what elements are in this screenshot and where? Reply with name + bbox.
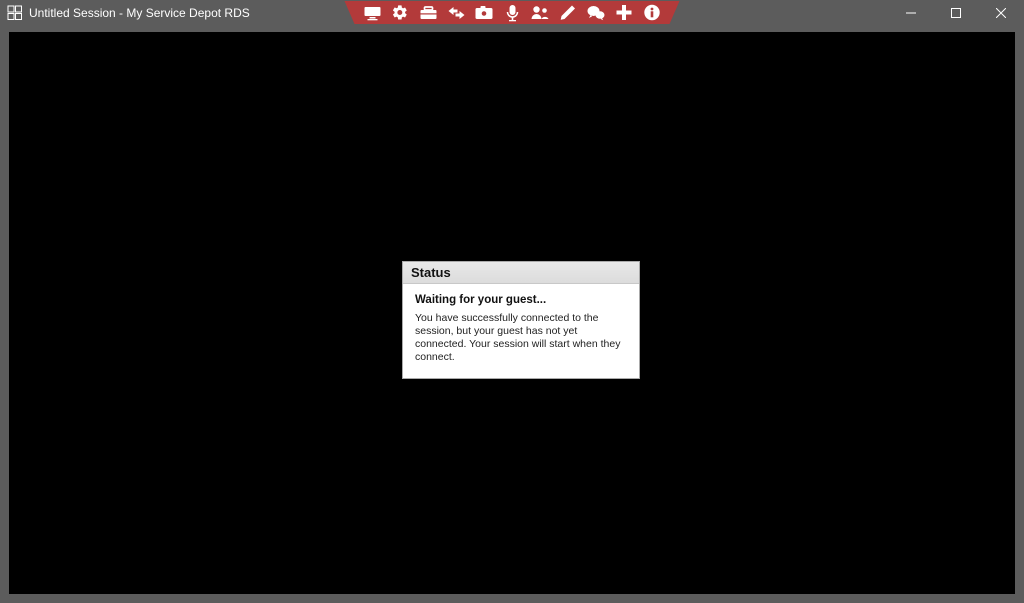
session-toolbar: [345, 1, 680, 24]
status-dialog-title: Status: [403, 262, 639, 284]
close-button[interactable]: [978, 1, 1023, 24]
session-viewport: Status Waiting for your guest... You hav…: [9, 32, 1015, 594]
titlebar-left: Untitled Session - My Service Depot RDS: [1, 5, 250, 21]
app-icon: [7, 5, 23, 21]
toolbar-body: [355, 1, 670, 24]
plus-icon[interactable]: [615, 3, 634, 22]
chat-icon[interactable]: [587, 3, 606, 22]
microphone-icon[interactable]: [503, 3, 522, 22]
toolbar-edge-right: [670, 1, 680, 24]
status-message: You have successfully connected to the s…: [415, 312, 627, 365]
pen-icon[interactable]: [559, 3, 578, 22]
status-heading: Waiting for your guest...: [415, 294, 627, 306]
window-title: Untitled Session - My Service Depot RDS: [29, 6, 250, 20]
participants-icon[interactable]: [531, 3, 550, 22]
window-controls: [888, 1, 1023, 24]
content-frame: Status Waiting for your guest... You hav…: [1, 24, 1023, 602]
minimize-button[interactable]: [888, 1, 933, 24]
transfer-icon[interactable]: [447, 3, 466, 22]
titlebar: Untitled Session - My Service Depot RDS: [1, 1, 1023, 24]
gear-icon[interactable]: [391, 3, 410, 22]
info-icon[interactable]: [643, 3, 662, 22]
application-window: Untitled Session - My Service Depot RDS: [0, 0, 1024, 603]
toolbar-edge-left: [345, 1, 355, 24]
toolbox-icon[interactable]: [419, 3, 438, 22]
maximize-button[interactable]: [933, 1, 978, 24]
monitor-icon[interactable]: [363, 3, 382, 22]
status-dialog-body: Waiting for your guest... You have succe…: [403, 284, 639, 378]
camera-icon[interactable]: [475, 3, 494, 22]
status-dialog: Status Waiting for your guest... You hav…: [402, 261, 640, 379]
